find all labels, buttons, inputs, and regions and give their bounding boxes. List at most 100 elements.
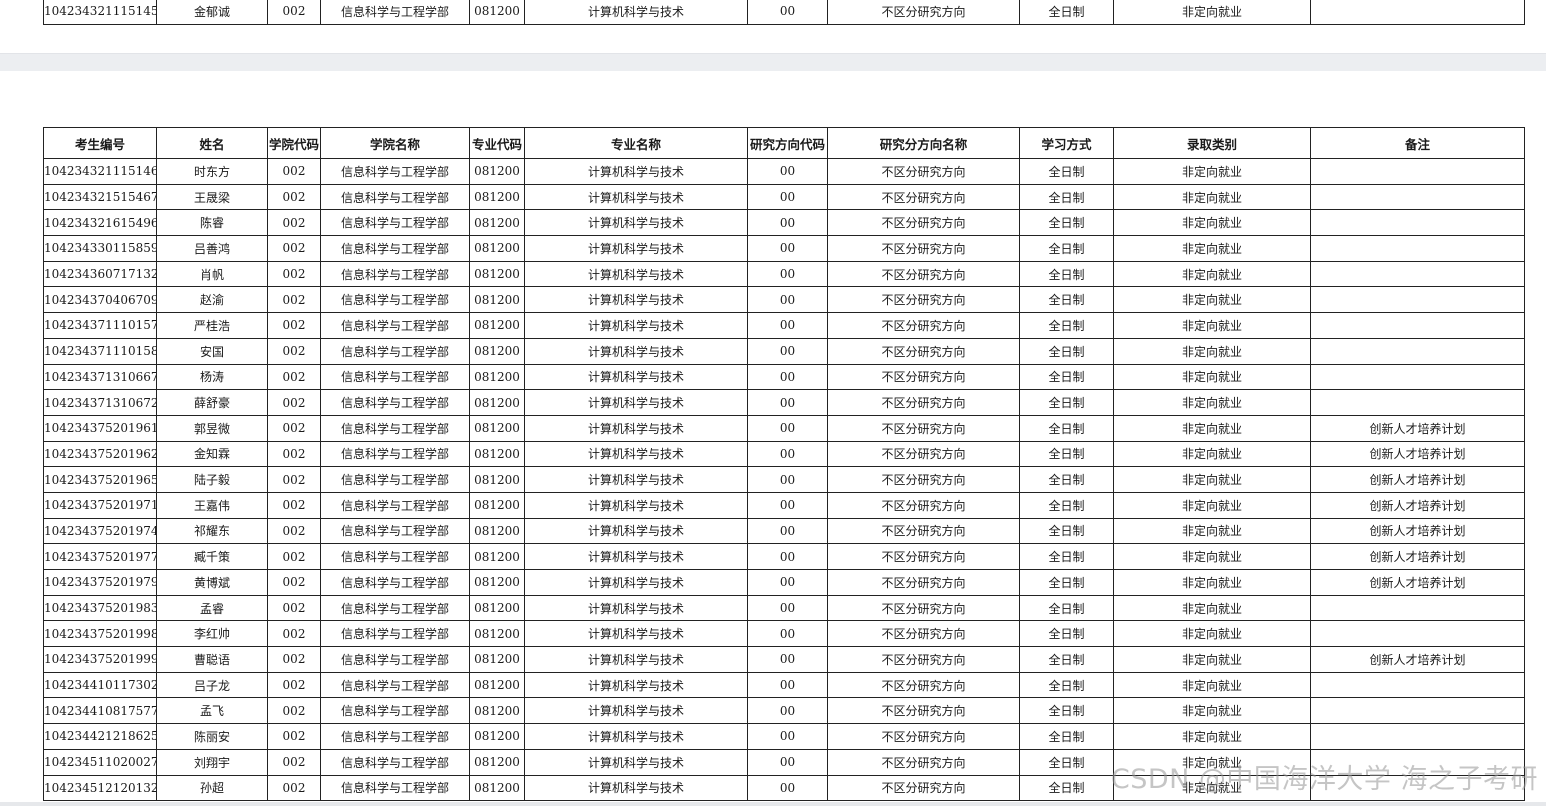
cell-direction-code: 00 bbox=[747, 337, 828, 365]
cell-direction-code: 00 bbox=[747, 620, 828, 648]
table-row: 104234321115146 时东方 002 信息科学与工程学部 081200 计算机科… bbox=[43, 158, 1525, 185]
cell-name: 肖帆 bbox=[156, 260, 268, 288]
cell-candidate-id: 104234375201961 bbox=[43, 414, 157, 442]
cell-major-code: 081200 bbox=[469, 620, 525, 648]
cell-school-name: 信息科学与工程学部 bbox=[320, 312, 470, 339]
cell-direction-code: 00 bbox=[747, 389, 828, 416]
watermark: CSDN @中国海洋大学 海之子考研 bbox=[1110, 764, 1538, 795]
cell-major-code: 081200 bbox=[469, 414, 525, 442]
cell-remarks bbox=[1310, 620, 1525, 648]
header-remarks: 备注 bbox=[1310, 127, 1525, 159]
cell-remarks: 创新人才培养计划 bbox=[1310, 440, 1525, 468]
cell-name: 时东方 bbox=[156, 158, 268, 185]
cell-admission-type: 非定向就业 bbox=[1113, 414, 1311, 442]
table-body: 104234321115146 时东方 002 信息科学与工程学部 081200 计算机科… bbox=[43, 158, 1525, 802]
cell-admission-type: 非定向就业 bbox=[1113, 671, 1311, 699]
cell-direction-name: 不区分研究方向 bbox=[827, 517, 1020, 545]
cell-school-code: 002 bbox=[267, 671, 321, 699]
cell-school-code: 002 bbox=[267, 569, 321, 596]
cell-direction-name: 不区分研究方向 bbox=[827, 671, 1020, 699]
cell-name: 祁耀东 bbox=[156, 517, 268, 545]
cell-major-name: 计算机科学与技术 bbox=[524, 183, 748, 211]
table-row: 104234321615496 陈睿 002 信息科学与工程学部 081200 计算机科学… bbox=[43, 209, 1525, 237]
header-school-code: 学院代码 bbox=[267, 127, 321, 159]
cell-remarks bbox=[1310, 594, 1525, 622]
cell-major-name: 计算机科学与技术 bbox=[524, 312, 748, 339]
cell-candidate-id: 104234375201998 bbox=[43, 620, 157, 648]
cell-remarks: 创新人才培养计划 bbox=[1310, 517, 1525, 545]
cell-admission-type: 非定向就业 bbox=[1113, 543, 1311, 570]
cell-major-code: 081200 bbox=[469, 337, 525, 365]
cell-remarks: 创新人才培养计划 bbox=[1310, 491, 1525, 519]
table-row: 104234410817577 孟飞 002 信息科学与工程学部 081200 计算机科学… bbox=[43, 697, 1525, 725]
cell-major-code: 081200 bbox=[469, 491, 525, 519]
cell-school-code: 002 bbox=[267, 209, 321, 237]
cell-remarks: 创新人才培养计划 bbox=[1310, 466, 1525, 493]
cell-name: 王晟梁 bbox=[156, 183, 268, 211]
cell-study-mode: 全日制 bbox=[1019, 594, 1114, 622]
cell-school-name: 信息科学与工程学部 bbox=[320, 569, 470, 596]
cell-remarks bbox=[1310, 337, 1525, 365]
header-school-name: 学院名称 bbox=[320, 127, 470, 159]
header-major-code: 专业代码 bbox=[469, 127, 525, 159]
cell-direction-code: 00 bbox=[747, 0, 828, 25]
cell-school-code: 002 bbox=[267, 337, 321, 365]
cell-name: 杨涛 bbox=[156, 363, 268, 391]
cell-school-name: 信息科学与工程学部 bbox=[320, 697, 470, 725]
table-row: 104234410117302 吕子龙 002 信息科学与工程学部 081200 计算机科… bbox=[43, 671, 1525, 699]
admission-list-table: 考生编号 姓名 学院代码 学院名称 专业代码 专业名称 研究方向代码 研究分方向… bbox=[43, 127, 1525, 802]
table-row: 104234370406709 赵渝 002 信息科学与工程学部 081200 计算机科学… bbox=[43, 286, 1525, 314]
table-row: 104234321115145 金郁诚 002 信息科学与工程学部 081200 计算机科… bbox=[43, 0, 1525, 25]
cell-study-mode: 全日制 bbox=[1019, 569, 1114, 596]
cell-admission-type: 非定向就业 bbox=[1113, 260, 1311, 288]
cell-admission-type: 非定向就业 bbox=[1113, 209, 1311, 237]
cell-school-name: 信息科学与工程学部 bbox=[320, 466, 470, 493]
cell-candidate-id: 104234330115859 bbox=[43, 235, 157, 262]
cell-major-name: 计算机科学与技术 bbox=[524, 0, 748, 25]
cell-study-mode: 全日制 bbox=[1019, 158, 1114, 185]
cell-candidate-id: 104234371310672 bbox=[43, 389, 157, 416]
cell-admission-type: 非定向就业 bbox=[1113, 569, 1311, 596]
cell-school-name: 信息科学与工程学部 bbox=[320, 260, 470, 288]
cell-direction-name: 不区分研究方向 bbox=[827, 363, 1020, 391]
cell-admission-type: 非定向就业 bbox=[1113, 389, 1311, 416]
cell-candidate-id: 104234511020027 bbox=[43, 748, 157, 776]
cell-major-name: 计算机科学与技术 bbox=[524, 158, 748, 185]
header-name: 姓名 bbox=[156, 127, 268, 159]
cell-school-name: 信息科学与工程学部 bbox=[320, 543, 470, 570]
cell-candidate-id: 104234375201983 bbox=[43, 594, 157, 622]
cell-name: 郭昱微 bbox=[156, 414, 268, 442]
cell-school-code: 002 bbox=[267, 646, 321, 673]
cell-school-code: 002 bbox=[267, 0, 321, 25]
cell-school-code: 002 bbox=[267, 517, 321, 545]
cell-study-mode: 全日制 bbox=[1019, 389, 1114, 416]
cell-name: 李红帅 bbox=[156, 620, 268, 648]
cell-direction-name: 不区分研究方向 bbox=[827, 594, 1020, 622]
cell-remarks bbox=[1310, 158, 1525, 185]
cell-major-code: 081200 bbox=[469, 209, 525, 237]
table-row: 104234321515467 王晟梁 002 信息科学与工程学部 081200 计算机科… bbox=[43, 183, 1525, 211]
cell-major-name: 计算机科学与技术 bbox=[524, 517, 748, 545]
cell-school-code: 002 bbox=[267, 312, 321, 339]
cell-admission-type: 非定向就业 bbox=[1113, 363, 1311, 391]
cell-study-mode: 全日制 bbox=[1019, 286, 1114, 314]
cell-candidate-id: 104234375201971 bbox=[43, 491, 157, 519]
cell-remarks bbox=[1310, 0, 1525, 25]
cell-school-code: 002 bbox=[267, 363, 321, 391]
cell-major-code: 081200 bbox=[469, 517, 525, 545]
cell-major-code: 081200 bbox=[469, 774, 525, 802]
table-row: 104234375201971 王嘉伟 002 信息科学与工程学部 081200 计算机科… bbox=[43, 491, 1525, 519]
cell-study-mode: 全日制 bbox=[1019, 414, 1114, 442]
cell-school-name: 信息科学与工程学部 bbox=[320, 0, 470, 25]
cell-name: 黄博斌 bbox=[156, 569, 268, 596]
cell-candidate-id: 104234371310667 bbox=[43, 363, 157, 391]
cell-direction-code: 00 bbox=[747, 543, 828, 570]
cell-school-code: 002 bbox=[267, 543, 321, 570]
cell-major-code: 081200 bbox=[469, 594, 525, 622]
cell-school-code: 002 bbox=[267, 491, 321, 519]
cell-direction-code: 00 bbox=[747, 286, 828, 314]
cell-candidate-id: 104234321115145 bbox=[43, 0, 157, 25]
cell-name: 赵渝 bbox=[156, 286, 268, 314]
cell-candidate-id: 104234410817577 bbox=[43, 697, 157, 725]
cell-admission-type: 非定向就业 bbox=[1113, 158, 1311, 185]
